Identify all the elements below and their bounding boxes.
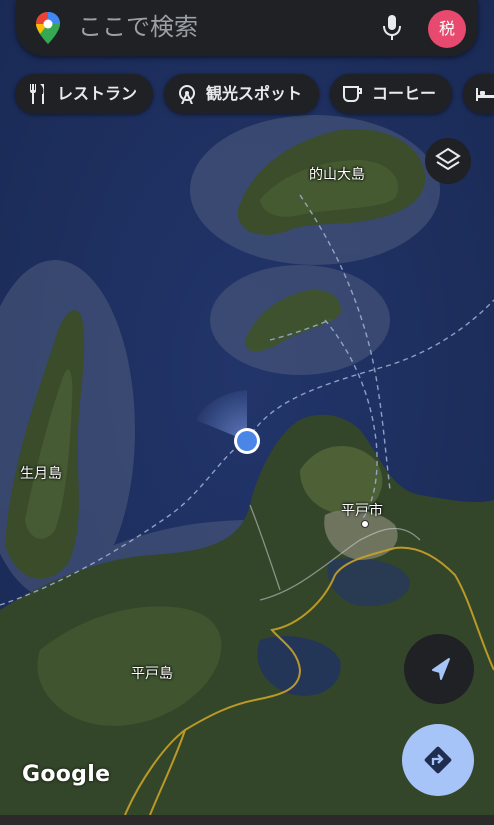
map-label-island: 平戸島 xyxy=(131,666,173,682)
avatar[interactable]: 税 xyxy=(428,10,466,48)
bottom-strip xyxy=(0,815,494,825)
bed-icon xyxy=(476,88,494,101)
layers-button[interactable] xyxy=(425,138,471,184)
coffee-cup-icon xyxy=(343,86,362,102)
map-label-island: 的山大島 xyxy=(309,167,365,183)
search-bar[interactable]: ここで検索 税 xyxy=(16,0,478,56)
directions-button[interactable] xyxy=(402,724,474,796)
directions-icon xyxy=(424,746,452,774)
chip-restaurants[interactable]: レストラン xyxy=(15,74,153,114)
google-maps-pin-icon xyxy=(36,12,60,44)
navigation-arrow-icon xyxy=(432,658,450,680)
search-input[interactable]: ここで検索 xyxy=(78,11,198,43)
map-label-island: 生月島 xyxy=(20,466,62,482)
chip-sightseeing[interactable]: 観光スポット xyxy=(164,74,319,114)
chip-label: レストラン xyxy=(57,84,138,103)
ferris-wheel-icon xyxy=(179,85,195,104)
map-label-city: 平戸市 xyxy=(341,503,383,519)
chip-label: 観光スポット xyxy=(206,84,303,103)
chip-coffee[interactable]: コーヒー xyxy=(330,74,452,114)
microphone-icon[interactable] xyxy=(380,14,404,42)
fork-knife-icon xyxy=(30,84,44,104)
chip-label: コーヒー xyxy=(372,84,437,103)
google-logo: Google xyxy=(22,762,111,787)
my-location-button[interactable] xyxy=(404,634,474,704)
layers-icon xyxy=(435,147,461,171)
city-marker xyxy=(361,520,369,528)
